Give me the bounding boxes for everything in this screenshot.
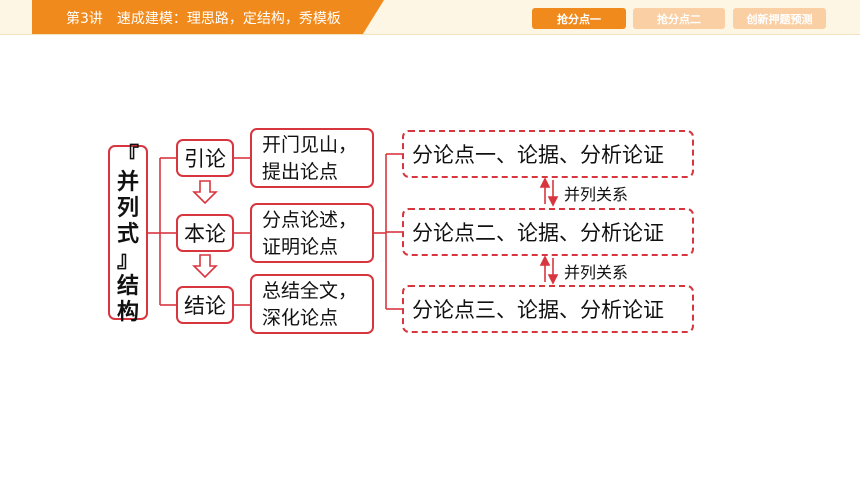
root-char: 列 [116, 194, 139, 221]
root-char: 结 [116, 272, 139, 299]
section-conclusion: 结论 [176, 286, 234, 324]
description-line: 分点论述， [262, 209, 358, 231]
section-intro: 引论 [176, 139, 234, 177]
description-line: 证明论点 [262, 236, 339, 258]
up-arrow-icon [539, 177, 551, 188]
root-structure-box: 『 并 列 式 』 结 构 [108, 142, 148, 325]
description-line: 总结全文， [262, 280, 358, 302]
section-body: 本论 [176, 214, 234, 252]
description-line: 提出论点 [262, 161, 339, 183]
down-arrow-icon [192, 254, 218, 279]
down-arrow-icon [547, 274, 559, 285]
body-description: 分点论述， 证明论点 [250, 203, 374, 263]
root-char: 『 [116, 142, 139, 169]
root-char: 构 [116, 298, 139, 325]
down-arrow-icon [192, 180, 218, 205]
root-char: 式 [116, 220, 139, 247]
point-three-box: 分论点三、论据、分析论证 [402, 285, 694, 333]
root-char: 』 [116, 246, 139, 273]
root-char: 并 [116, 168, 139, 195]
conclusion-description: 总结全文， 深化论点 [250, 274, 374, 334]
description-line: 开门见山， [262, 134, 358, 156]
description-line: 深化论点 [262, 307, 339, 329]
point-one-box: 分论点一、论据、分析论证 [402, 130, 694, 178]
relation-label: 并列关系 [564, 185, 629, 204]
down-arrow-icon [547, 196, 559, 207]
up-arrow-icon [539, 255, 551, 266]
intro-description: 开门见山， 提出论点 [250, 128, 374, 188]
relation-label: 并列关系 [564, 263, 629, 282]
point-two-box: 分论点二、论据、分析论证 [402, 208, 694, 256]
